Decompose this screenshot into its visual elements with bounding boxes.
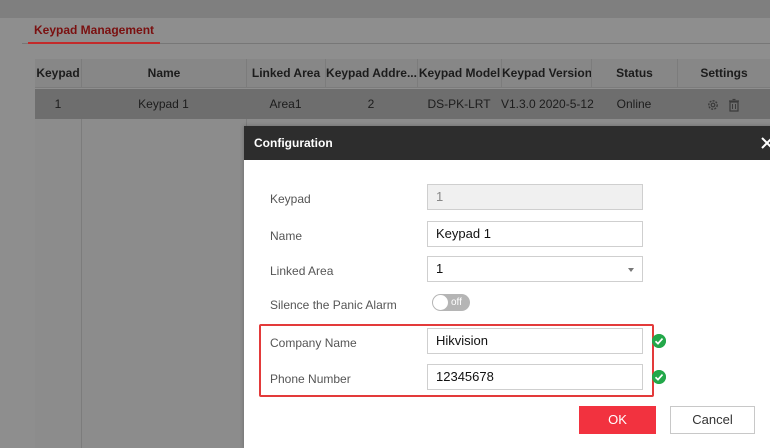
ok-button[interactable]: OK [579, 406, 656, 434]
dialog-header: Configuration [244, 126, 770, 160]
silence-panic-label: Silence the Panic Alarm [270, 298, 397, 312]
tab-keypad-management[interactable]: Keypad Management [28, 22, 161, 44]
table-row[interactable]: 1 Keypad 1 Area1 2 DS-PK-LRT V1.3.0 2020… [35, 89, 770, 119]
cell-keypad: 1 [54, 97, 62, 111]
check-icon [652, 334, 666, 348]
cancel-button[interactable]: Cancel [670, 406, 755, 434]
company-name-input[interactable]: Hikvision [427, 328, 643, 354]
chevron-down-icon [628, 268, 634, 272]
col-settings[interactable]: Settings [677, 59, 770, 88]
toggle-knob [433, 295, 448, 310]
phone-number-label: Phone Number [270, 372, 351, 386]
cell-status: Online [616, 97, 652, 111]
dialog-title: Configuration [254, 136, 333, 150]
col-keypad-model[interactable]: Keypad Model [417, 59, 501, 88]
linked-area-select[interactable]: 1 [427, 256, 643, 282]
col-keypad-address[interactable]: Keypad Addre... [325, 59, 417, 88]
linked-area-value: 1 [436, 261, 444, 276]
configuration-dialog: Configuration Keypad 1 Name Keypad 1 Lin… [244, 126, 770, 448]
gear-icon[interactable] [706, 98, 720, 112]
trash-icon[interactable] [727, 98, 741, 112]
cell-version: V1.3.0 2020-5-12 [501, 97, 594, 111]
col-keypad[interactable]: Keypad [35, 59, 81, 88]
cell-linked-area: Area1 [269, 97, 302, 111]
cell-model: DS-PK-LRT [427, 97, 491, 111]
cell-settings [677, 89, 770, 119]
keypad-table-header: Keypad Name Linked Area Keypad Addre... … [35, 59, 770, 88]
name-input[interactable]: Keypad 1 [427, 221, 643, 247]
col-name[interactable]: Name [81, 59, 246, 88]
toggle-state: off [451, 297, 462, 308]
company-name-label: Company Name [270, 336, 357, 350]
top-header-band [0, 0, 770, 18]
col-keypad-version[interactable]: Keypad Version [501, 59, 591, 88]
linked-area-label: Linked Area [270, 264, 334, 278]
phone-number-input[interactable]: 12345678 [427, 364, 643, 390]
cell-name: Keypad 1 [138, 97, 189, 111]
silence-panic-toggle[interactable]: off [432, 294, 470, 311]
name-label: Name [270, 229, 303, 243]
column-divider [81, 119, 82, 448]
tab-strip: Keypad Management [22, 18, 770, 44]
check-icon [652, 370, 666, 384]
col-status[interactable]: Status [591, 59, 677, 88]
col-linked-area[interactable]: Linked Area [246, 59, 325, 88]
keypad-field: 1 [427, 184, 643, 210]
close-icon[interactable] [759, 132, 770, 152]
keypad-label: Keypad [270, 192, 311, 206]
cell-address: 2 [367, 97, 375, 111]
